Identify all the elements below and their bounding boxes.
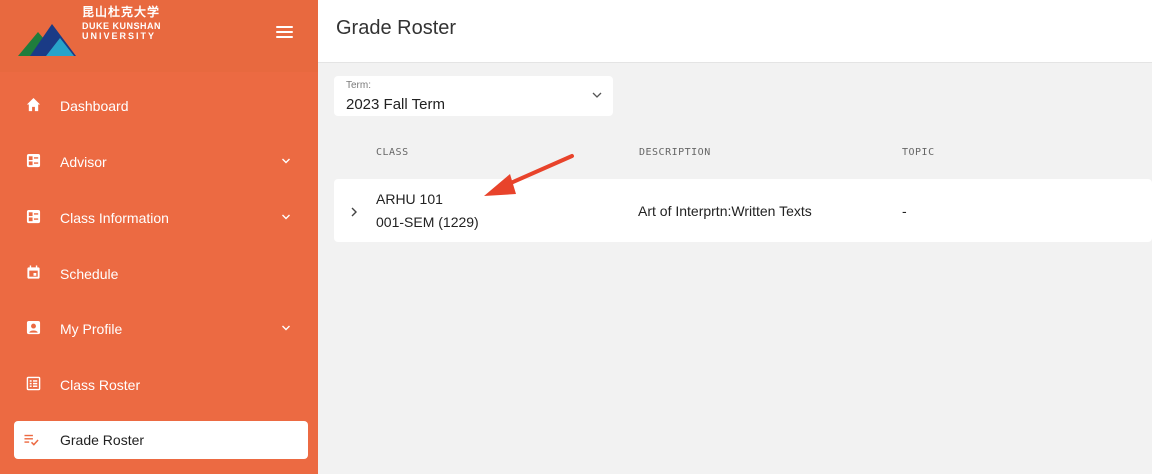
roster-icon bbox=[26, 376, 41, 391]
column-header-topic: TOPIC bbox=[902, 147, 935, 158]
sidebar-item-dashboard[interactable]: Dashboard bbox=[0, 84, 318, 128]
university-logo bbox=[18, 24, 76, 56]
advisor-icon bbox=[26, 153, 41, 168]
class-info-icon bbox=[26, 209, 41, 224]
term-select[interactable]: Term: 2023 Fall Term bbox=[334, 76, 613, 116]
chevron-right-icon[interactable] bbox=[350, 206, 358, 218]
sidebar-item-label: Class Information bbox=[60, 210, 169, 226]
sidebar-item-class-roster[interactable]: Class Roster bbox=[0, 363, 318, 407]
page-title: Grade Roster bbox=[336, 17, 457, 39]
header-bar: Grade Roster bbox=[318, 0, 1152, 63]
sidebar-item-label: Class Roster bbox=[60, 377, 141, 393]
calendar-icon bbox=[27, 265, 40, 279]
sidebar-item-schedule[interactable]: Schedule bbox=[0, 252, 318, 296]
logo-area: 昆山杜克大学 DUKE KUNSHAN UNIVERSITY bbox=[0, 0, 318, 72]
sidebar-item-class-information[interactable]: Class Information bbox=[0, 196, 318, 240]
term-select-value: 2023 Fall Term bbox=[346, 96, 445, 113]
chevron-down-icon bbox=[592, 92, 602, 98]
column-header-class: CLASS bbox=[376, 147, 409, 158]
profile-icon bbox=[26, 320, 41, 335]
class-code: ARHU 101 bbox=[376, 191, 443, 207]
term-select-label: Term: bbox=[346, 80, 371, 91]
class-topic: - bbox=[902, 203, 907, 219]
home-icon bbox=[26, 97, 41, 112]
sidebar-item-label: Schedule bbox=[60, 266, 119, 282]
column-header-description: DESCRIPTION bbox=[639, 147, 711, 158]
sidebar-item-label: Dashboard bbox=[60, 98, 129, 114]
sidebar-item-label: Advisor bbox=[60, 154, 107, 170]
sidebar: 昆山杜克大学 DUKE KUNSHAN UNIVERSITY Dashboard… bbox=[0, 0, 318, 474]
sidebar-item-label: My Profile bbox=[60, 321, 123, 337]
sidebar-item-label: Grade Roster bbox=[60, 432, 145, 448]
menu-toggle-icon[interactable] bbox=[276, 26, 293, 40]
chevron-down-icon bbox=[282, 325, 290, 331]
table-row[interactable]: ARHU 101 001-SEM (1229) Art of Interprtn… bbox=[334, 179, 1152, 242]
sidebar-item-grade-roster[interactable]: Grade Roster bbox=[14, 421, 308, 459]
class-section: 001-SEM (1229) bbox=[376, 214, 479, 230]
chevron-down-icon bbox=[282, 158, 290, 164]
chevron-down-icon bbox=[282, 214, 290, 220]
class-description: Art of Interprtn:Written Texts bbox=[638, 203, 812, 219]
university-name: 昆山杜克大学 DUKE KUNSHAN UNIVERSITY bbox=[82, 5, 162, 41]
grade-roster-icon bbox=[24, 434, 39, 446]
sidebar-item-my-profile[interactable]: My Profile bbox=[0, 307, 318, 351]
sidebar-item-advisor[interactable]: Advisor bbox=[0, 140, 318, 184]
